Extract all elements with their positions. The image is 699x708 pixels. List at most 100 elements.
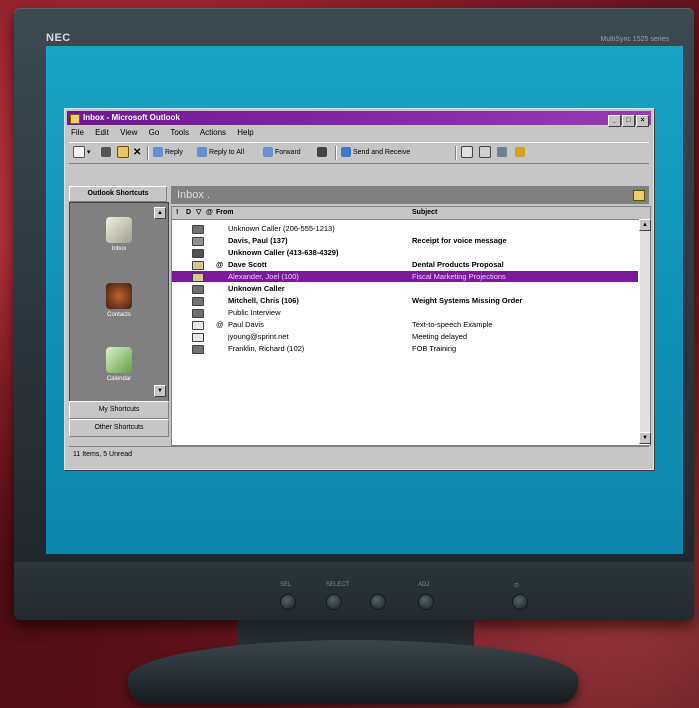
address-book-button[interactable] xyxy=(317,146,329,160)
other-shortcuts-button[interactable]: Other Shortcuts xyxy=(69,419,169,437)
message-from: Dave Scott xyxy=(228,260,267,269)
list-scroll-up[interactable]: ▲ xyxy=(639,219,651,231)
message-row[interactable]: Unknown Caller xyxy=(172,283,638,294)
calendar-icon xyxy=(106,347,132,373)
window-controls: _ □ × xyxy=(607,113,649,127)
menu-actions[interactable]: Actions xyxy=(200,128,226,137)
reply-all-button[interactable]: Reply to All xyxy=(197,146,244,160)
message-from: Unknown Caller (206-555-1213) xyxy=(228,224,335,233)
maximize-button[interactable]: □ xyxy=(622,115,635,127)
shortcut-inbox-label: Inbox xyxy=(111,246,127,252)
power-button[interactable] xyxy=(512,594,528,610)
message-subject: FOB Training xyxy=(412,344,457,353)
shortcut-inbox[interactable]: Inbox xyxy=(70,217,168,252)
outlook-bar-scroll-down[interactable]: ▼ xyxy=(154,385,166,397)
move-to-folder-icon xyxy=(117,146,129,159)
envelope-icon xyxy=(192,261,204,270)
toolbar-separator xyxy=(147,146,149,160)
outlook-bar-scroll-up[interactable]: ▲ xyxy=(154,207,166,219)
monitor-chin: SEL SELECT ADJ ⊙ xyxy=(14,562,694,620)
menu-file[interactable]: File xyxy=(71,128,84,137)
message-row[interactable]: Davis, Paul (137) Receipt for voice messa… xyxy=(172,235,638,246)
window-title: Inbox - Microsoft Outlook xyxy=(83,113,180,122)
power-label: ⊙ xyxy=(514,583,520,589)
organize-button[interactable] xyxy=(479,146,493,160)
message-row[interactable]: @ Paul Davis Text-to-speech Example xyxy=(172,319,638,330)
toolbar-separator xyxy=(335,146,337,160)
forward-label: Forward xyxy=(275,149,301,156)
new-button[interactable]: ▾ xyxy=(73,146,91,160)
minimize-button[interactable]: _ xyxy=(608,115,621,127)
message-row[interactable]: Unknown Caller (413-638-4329) xyxy=(172,247,638,258)
message-row[interactable]: jyoung@sprint.net Meeting delayed xyxy=(172,331,638,342)
control-label: SEL xyxy=(280,582,292,588)
message-from: Unknown Caller xyxy=(228,284,285,293)
send-receive-icon xyxy=(341,147,351,158)
close-button[interactable]: × xyxy=(636,115,649,127)
adjust-down-button[interactable] xyxy=(370,594,386,610)
message-subject: Text-to-speech Example xyxy=(412,320,493,329)
from-column[interactable]: From xyxy=(216,207,234,219)
voicemail-icon xyxy=(192,297,204,306)
reply-button[interactable]: Reply xyxy=(153,146,183,160)
view-button[interactable] xyxy=(497,146,509,160)
status-text: 11 Items, 5 Unread xyxy=(73,451,133,458)
list-scroll-down[interactable]: ▼ xyxy=(639,432,651,444)
folder-title: Inbox . xyxy=(177,189,211,201)
subject-column[interactable]: Subject xyxy=(412,207,437,219)
shortcut-calendar[interactable]: Calendar xyxy=(70,347,168,382)
message-from: Paul Davis xyxy=(228,320,264,329)
assistant-button[interactable] xyxy=(515,146,527,160)
my-shortcuts-button[interactable]: My Shortcuts xyxy=(69,401,169,419)
office-assistant-icon xyxy=(515,147,525,158)
reply-icon xyxy=(153,147,163,158)
forward-button[interactable]: Forward xyxy=(263,146,301,160)
message-row[interactable]: Mitchell, Chris (106) Weight Systems Miss… xyxy=(172,295,638,306)
message-subject: Meeting delayed xyxy=(412,332,468,341)
importance-column[interactable]: ! xyxy=(176,207,178,219)
sel-button[interactable] xyxy=(280,594,296,610)
organize-icon xyxy=(479,146,491,159)
adjust-up-button[interactable] xyxy=(418,594,434,610)
voicemail-icon xyxy=(192,345,204,354)
shortcut-contacts-label: Contacts xyxy=(107,312,131,318)
delete-button[interactable]: ✕ xyxy=(133,146,141,160)
message-from: Mitchell, Chris (106) xyxy=(228,296,299,305)
message-row[interactable]: Franklin, Richard (102) FOB Training xyxy=(172,343,638,354)
select-button[interactable] xyxy=(326,594,342,610)
message-from: Alexander, Joel (100) xyxy=(228,272,299,281)
outlook-shortcuts-button[interactable]: Outlook Shortcuts xyxy=(69,186,167,202)
find-button[interactable] xyxy=(461,146,475,160)
attachment-column[interactable]: @ xyxy=(206,207,213,219)
delete-icon: ✕ xyxy=(133,147,142,158)
attachment-icon: @ xyxy=(216,260,224,269)
print-button[interactable] xyxy=(101,146,113,160)
icon-column[interactable]: D xyxy=(186,207,191,219)
folder-icon[interactable] xyxy=(633,190,645,201)
column-header: ! D ▽ @ From Subject xyxy=(172,207,650,220)
message-row[interactable]: Public Interview xyxy=(172,307,638,318)
send-receive-label: Send and Receive xyxy=(353,149,411,156)
monitor-model-label: MultiSync 1525 series xyxy=(600,36,669,43)
menu-go[interactable]: Go xyxy=(149,128,160,137)
reply-label: Reply xyxy=(165,149,183,156)
move-button[interactable] xyxy=(117,146,131,160)
shortcut-contacts[interactable]: Contacts xyxy=(70,283,168,318)
envelope-icon xyxy=(192,321,204,330)
message-subject: Dental Products Proposal xyxy=(412,260,504,269)
message-row[interactable]: Alexander, Joel (100) Fiscal Marketing Pr… xyxy=(172,271,638,282)
forward-icon xyxy=(263,147,273,158)
message-row[interactable]: @ Dave Scott Dental Products Proposal xyxy=(172,259,638,270)
flag-column[interactable]: ▽ xyxy=(196,207,201,219)
monitor-brand-logo: NEC xyxy=(46,32,71,44)
message-list-scrollbar[interactable]: ▲ ▼ xyxy=(639,219,651,444)
menu-edit[interactable]: Edit xyxy=(95,128,109,137)
message-row[interactable]: Unknown Caller (206-555-1213) xyxy=(172,223,638,234)
contacts-icon xyxy=(106,283,132,309)
title-bar[interactable]: Inbox - Microsoft Outlook _ □ × xyxy=(67,111,651,127)
menu-help[interactable]: Help xyxy=(237,128,253,137)
menu-view[interactable]: View xyxy=(120,128,137,137)
send-receive-button[interactable]: Send and Receive xyxy=(341,146,410,160)
message-from: Franklin, Richard (102) xyxy=(228,344,305,353)
menu-tools[interactable]: Tools xyxy=(170,128,189,137)
